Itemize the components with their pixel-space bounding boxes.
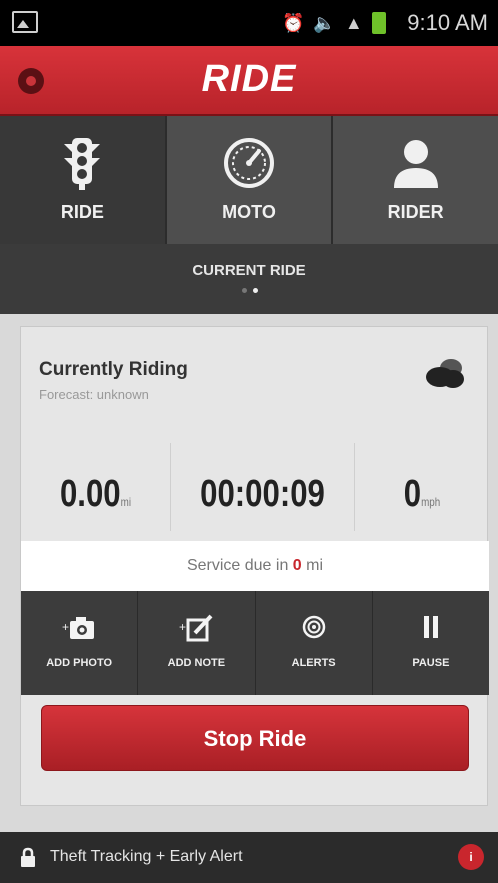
pause-label: PAUSE	[412, 657, 450, 669]
tab-label: RIDER	[387, 202, 444, 222]
person-icon	[393, 140, 438, 188]
service-prefix: Service due in	[186, 557, 289, 574]
tab-ride[interactable]: RIDE	[0, 116, 167, 244]
alarm-icon: ⏰	[282, 12, 305, 33]
pause-button[interactable]: PAUSE	[373, 591, 489, 695]
forecast-text: Forecast: unknown	[39, 387, 149, 402]
tab-label: MOTO	[222, 202, 276, 222]
tab-moto[interactable]: MOTO	[166, 116, 334, 244]
svg-text:+: +	[62, 620, 69, 634]
status-time: 9:10 AM	[407, 10, 488, 35]
pause-icon	[423, 616, 438, 638]
info-badge[interactable]: i	[458, 844, 484, 870]
service-value: 0	[292, 557, 302, 574]
stat-speed: 0mph	[355, 443, 489, 531]
page-dot-active	[253, 288, 258, 293]
status-bar: ⏰ 🔈 ▲ 9:10 AM	[0, 0, 498, 46]
tab-rider[interactable]: RIDER	[333, 116, 498, 244]
camera-icon: +	[62, 617, 95, 639]
signal-icon: ▲	[344, 12, 363, 33]
stop-ride-button[interactable]: Stop Ride	[41, 705, 469, 771]
gallery-notification-icon	[12, 11, 38, 33]
cloud-icon	[426, 359, 464, 388]
page-dot	[242, 288, 247, 293]
add-photo-label: ADD PHOTO	[46, 657, 113, 669]
stat-distance: 0.00mi	[21, 443, 171, 531]
content-area: Currently Riding Forecast: unknown 0.00m…	[0, 314, 498, 832]
ride-card: Currently Riding Forecast: unknown 0.00m…	[20, 326, 489, 806]
ride-actions: + ADD PHOTO + ADD NOTE ALERTS PAUSE	[21, 591, 489, 695]
traffic-light-icon	[64, 138, 101, 190]
ride-stats: 0.00mi 00:00:09 0mph	[21, 443, 489, 531]
service-due: Service due in 0 mi	[21, 541, 489, 591]
status-icons: ⏰ 🔈 ▲	[282, 11, 386, 35]
sound-icon: 🔈	[313, 12, 336, 33]
ride-status-title: Currently Riding	[39, 359, 188, 380]
app-bar: RIDE	[0, 46, 498, 116]
theft-tracking-banner[interactable]: Theft Tracking + Early Alert i	[0, 832, 498, 883]
note-icon: +	[179, 614, 213, 642]
stat-value: 00:00:09	[200, 473, 325, 515]
stat-value: 0mph	[403, 473, 441, 515]
speedometer-icon	[224, 138, 274, 188]
add-note-label: ADD NOTE	[167, 657, 226, 669]
theft-tracking-text: Theft Tracking + Early Alert	[50, 848, 243, 865]
main-tabs: RIDE MOTO RIDER	[0, 116, 498, 244]
alert-target-icon	[302, 615, 325, 639]
app-title: RIDE	[201, 58, 297, 100]
service-unit: mi	[306, 557, 324, 574]
add-photo-button[interactable]: + ADD PHOTO	[21, 591, 139, 695]
alerts-label: ALERTS	[291, 657, 336, 669]
current-ride-header: CURRENT RIDE	[0, 244, 498, 314]
lock-icon	[21, 847, 35, 867]
add-note-button[interactable]: + ADD NOTE	[138, 591, 256, 695]
svg-text:+: +	[179, 620, 186, 634]
alerts-button[interactable]: ALERTS	[256, 591, 373, 695]
battery-icon	[371, 12, 386, 34]
stat-value: 0.00mi	[59, 473, 132, 515]
page-indicator	[242, 288, 258, 293]
stat-elapsed-time: 00:00:09	[171, 443, 355, 531]
tab-label: RIDE	[60, 202, 104, 222]
current-ride-title: CURRENT RIDE	[192, 262, 306, 279]
